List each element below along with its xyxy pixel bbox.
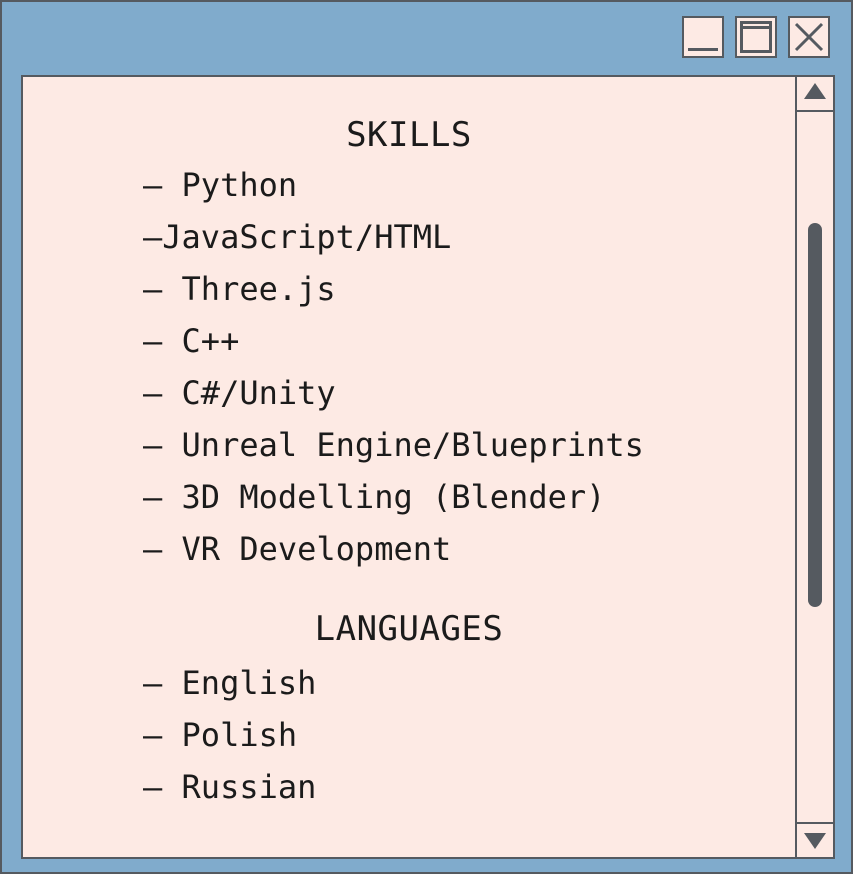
scroll-up-button[interactable] xyxy=(797,77,833,112)
skill-item-javascript-html: –JavaScript/HTML xyxy=(143,218,452,256)
skills-window: SKILLS – Python –JavaScript/HTML – Three… xyxy=(0,0,853,874)
skill-item-3d-modelling: – 3D Modelling (Blender) xyxy=(143,478,606,516)
scroll-thumb[interactable] xyxy=(808,223,822,607)
arrow-down-icon xyxy=(804,833,826,849)
languages-list: – English – Polish – Russian xyxy=(143,662,316,818)
maximize-icon xyxy=(740,21,772,53)
languages-heading: LANGUAGES xyxy=(314,609,504,649)
skill-item-threejs: – Three.js xyxy=(143,270,336,308)
language-item-russian: – Russian xyxy=(143,768,317,806)
skills-heading: SKILLS xyxy=(346,115,472,155)
skill-item-python: – Python xyxy=(143,166,298,204)
maximize-button[interactable] xyxy=(735,16,777,58)
language-item-polish: – Polish xyxy=(143,716,298,754)
arrow-up-icon xyxy=(804,83,826,99)
content-pane: SKILLS – Python –JavaScript/HTML – Three… xyxy=(21,75,835,859)
skill-item-vr-development: – VR Development xyxy=(143,530,452,568)
minimize-button[interactable] xyxy=(682,16,724,58)
skill-item-cpp: – C++ xyxy=(143,322,240,360)
vertical-scrollbar[interactable] xyxy=(795,77,833,857)
skills-list: – Python –JavaScript/HTML – Three.js – C… xyxy=(143,164,644,580)
skill-item-csharp-unity: – C#/Unity xyxy=(143,374,336,412)
skill-item-unreal-engine: – Unreal Engine/Blueprints xyxy=(143,426,644,464)
language-item-english: – English xyxy=(143,664,317,702)
minimize-icon xyxy=(688,48,718,51)
text-area: SKILLS – Python –JavaScript/HTML – Three… xyxy=(23,77,795,857)
close-button[interactable] xyxy=(788,16,830,58)
close-icon xyxy=(794,22,824,52)
scroll-down-button[interactable] xyxy=(797,822,833,857)
